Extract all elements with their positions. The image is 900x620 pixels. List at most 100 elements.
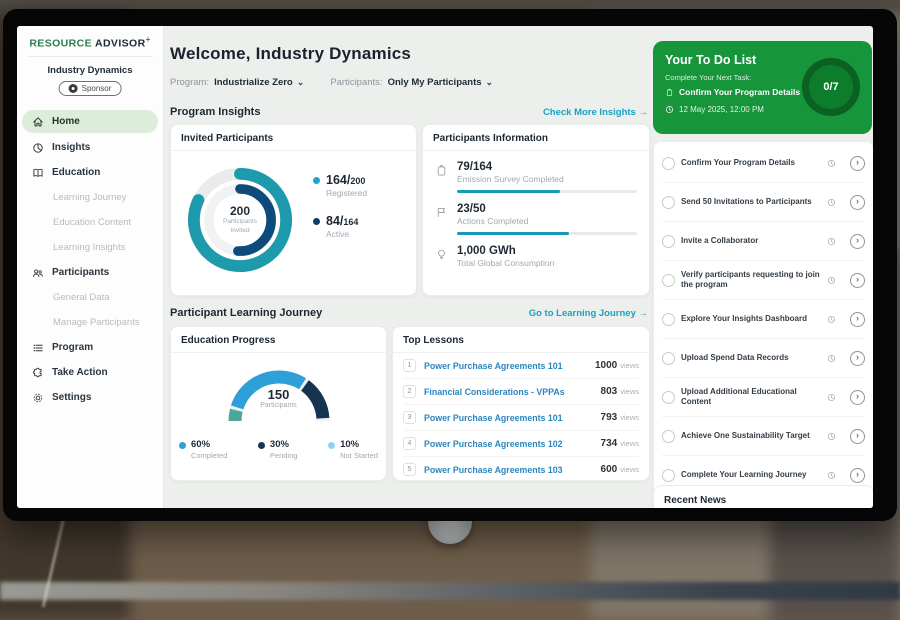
task-open-button[interactable]: › bbox=[850, 273, 865, 288]
sidebar-item-settings[interactable]: Settings bbox=[17, 385, 163, 410]
chevron-right-icon: › bbox=[856, 353, 859, 362]
check-more-insights-link[interactable]: Check More Insights → bbox=[543, 107, 648, 118]
rank-badge: 1 bbox=[403, 359, 416, 372]
chevron-right-icon: › bbox=[856, 392, 859, 401]
consumption-icon bbox=[435, 248, 448, 261]
info-row: 23/50 Actions Completed bbox=[435, 203, 637, 235]
completed-dot bbox=[179, 442, 186, 449]
invited-donut-chart: 200 ParticipantsInvited bbox=[181, 161, 299, 279]
registered-dot bbox=[313, 177, 320, 184]
lesson-link[interactable]: Power Purchase Agreements 101 bbox=[424, 413, 601, 423]
sponsor-badge[interactable]: Sponsor bbox=[59, 81, 122, 96]
actions-icon bbox=[435, 206, 448, 219]
resource-advisor-logo: RESOURCE ADVISOR+ bbox=[17, 35, 163, 50]
task-row: Confirm Your Program Details› bbox=[662, 144, 865, 183]
task-open-button[interactable]: › bbox=[850, 195, 865, 210]
sidebar-item-home[interactable]: Home bbox=[22, 110, 158, 133]
chevron-down-icon: ⌄ bbox=[486, 77, 494, 87]
recent-news-card: Recent News bbox=[653, 485, 873, 508]
clipboard-icon bbox=[665, 88, 674, 97]
clock-icon bbox=[665, 105, 674, 114]
rank-badge: 2 bbox=[403, 385, 416, 398]
task-open-button[interactable]: › bbox=[850, 390, 865, 405]
sidebar-item-manage-participants[interactable]: Manage Participants bbox=[17, 310, 163, 335]
program-insights-header: Program Insights Check More Insights → bbox=[170, 106, 648, 118]
task-open-button[interactable]: › bbox=[850, 234, 865, 249]
task-checkbox[interactable] bbox=[662, 235, 675, 248]
task-checkbox[interactable] bbox=[662, 352, 675, 365]
clock-icon bbox=[827, 159, 836, 168]
pending-dot bbox=[258, 442, 265, 449]
lesson-link[interactable]: Financial Considerations - VPPAs bbox=[424, 387, 601, 397]
take-action-icon bbox=[32, 367, 44, 379]
task-open-button[interactable]: › bbox=[850, 156, 865, 171]
task-checkbox[interactable] bbox=[662, 430, 675, 443]
page-title: Welcome, Industry Dynamics bbox=[170, 44, 411, 64]
participants-icon bbox=[32, 267, 44, 279]
sidebar-item-take-action[interactable]: Take Action bbox=[17, 360, 163, 385]
task-row: Explore Your Insights Dashboard› bbox=[662, 300, 865, 339]
sidebar-item-learning-journey[interactable]: Learning Journey bbox=[17, 185, 163, 210]
go-to-learning-journey-link[interactable]: Go to Learning Journey → bbox=[529, 308, 648, 319]
clock-icon bbox=[827, 393, 836, 402]
lesson-link[interactable]: Power Purchase Agreements 103 bbox=[424, 465, 601, 475]
card-title: Invited Participants bbox=[171, 125, 416, 151]
sidebar-item-general-data[interactable]: General Data bbox=[17, 285, 163, 310]
invited-participants-card: Invited Participants 200 ParticipantsInv… bbox=[170, 124, 417, 296]
chevron-right-icon: › bbox=[856, 158, 859, 167]
task-row: Achieve One Sustainability Target› bbox=[662, 417, 865, 456]
settings-icon bbox=[32, 392, 44, 404]
task-checkbox[interactable] bbox=[662, 469, 675, 482]
task-open-button[interactable]: › bbox=[850, 312, 865, 327]
sidebar-item-education[interactable]: Education bbox=[17, 160, 163, 185]
task-checkbox[interactable] bbox=[662, 196, 675, 209]
todo-summary-card: Your To Do List Complete Your Next Task:… bbox=[653, 41, 872, 134]
task-checkbox[interactable] bbox=[662, 157, 675, 170]
top-lessons-card: Top Lessons 1Power Purchase Agreements 1… bbox=[392, 326, 650, 481]
filter-bar: Program:Industrialize Zero⌄ Participants… bbox=[170, 77, 493, 88]
participants-information-card: Participants Information 79/164 Emission… bbox=[422, 124, 650, 296]
lesson-row: 2Financial Considerations - VPPAs803view… bbox=[403, 379, 639, 405]
legend-item: 84/164 Active bbox=[313, 214, 367, 239]
task-open-button[interactable]: › bbox=[850, 429, 865, 444]
chevron-right-icon: › bbox=[856, 275, 859, 284]
sidebar-item-participants[interactable]: Participants bbox=[17, 260, 163, 285]
participants-filter[interactable]: Participants:Only My Participants⌄ bbox=[330, 77, 493, 88]
program-filter[interactable]: Program:Industrialize Zero⌄ bbox=[170, 77, 304, 88]
card-title: Participants Information bbox=[423, 125, 649, 151]
todo-progress-ring: 0/7 bbox=[802, 58, 860, 116]
chevron-right-icon: › bbox=[856, 197, 859, 206]
info-row: 1,000 GWh Total Global Consumption bbox=[435, 245, 637, 268]
task-checkbox[interactable] bbox=[662, 391, 675, 404]
sidebar-item-insights[interactable]: Insights bbox=[17, 135, 163, 160]
logo-plus: + bbox=[146, 35, 151, 44]
task-open-button[interactable]: › bbox=[850, 351, 865, 366]
program-icon bbox=[32, 342, 44, 354]
chevron-right-icon: › bbox=[856, 236, 859, 245]
legend-item: 164/200 Registered bbox=[313, 173, 367, 198]
logo-resource: RESOURCE bbox=[29, 38, 92, 50]
insights-icon bbox=[32, 142, 44, 154]
progress-fill bbox=[457, 190, 560, 193]
education-progress-card: Education Progress 150 Participants 60%C… bbox=[170, 326, 387, 481]
lesson-link[interactable]: Power Purchase Agreements 102 bbox=[424, 439, 601, 449]
task-checkbox[interactable] bbox=[662, 274, 675, 287]
clock-icon bbox=[827, 315, 836, 324]
sidebar-item-learning-insights[interactable]: Learning Insights bbox=[17, 235, 163, 260]
lesson-row: 1Power Purchase Agreements 1011000views bbox=[403, 353, 639, 379]
todo-subtitle: Complete Your Next Task: bbox=[665, 73, 751, 82]
org-name: Industry Dynamics bbox=[17, 65, 163, 76]
sidebar-item-education-content[interactable]: Education Content bbox=[17, 210, 163, 235]
lesson-link[interactable]: Power Purchase Agreements 101 bbox=[424, 361, 595, 371]
main-content: Welcome, Industry Dynamics Program:Indus… bbox=[170, 26, 648, 508]
legend-item: 10%Not Started bbox=[328, 439, 378, 460]
todo-next-task[interactable]: Confirm Your Program Details bbox=[665, 87, 800, 97]
sidebar-item-program[interactable]: Program bbox=[17, 335, 163, 360]
sponsor-label: Sponsor bbox=[82, 84, 112, 93]
task-open-button[interactable]: › bbox=[850, 468, 865, 483]
active-dot bbox=[313, 218, 320, 225]
task-checkbox[interactable] bbox=[662, 313, 675, 326]
chevron-down-icon: ⌄ bbox=[297, 77, 305, 87]
divider bbox=[27, 56, 153, 57]
task-row: Verify participants requesting to join t… bbox=[662, 261, 865, 300]
